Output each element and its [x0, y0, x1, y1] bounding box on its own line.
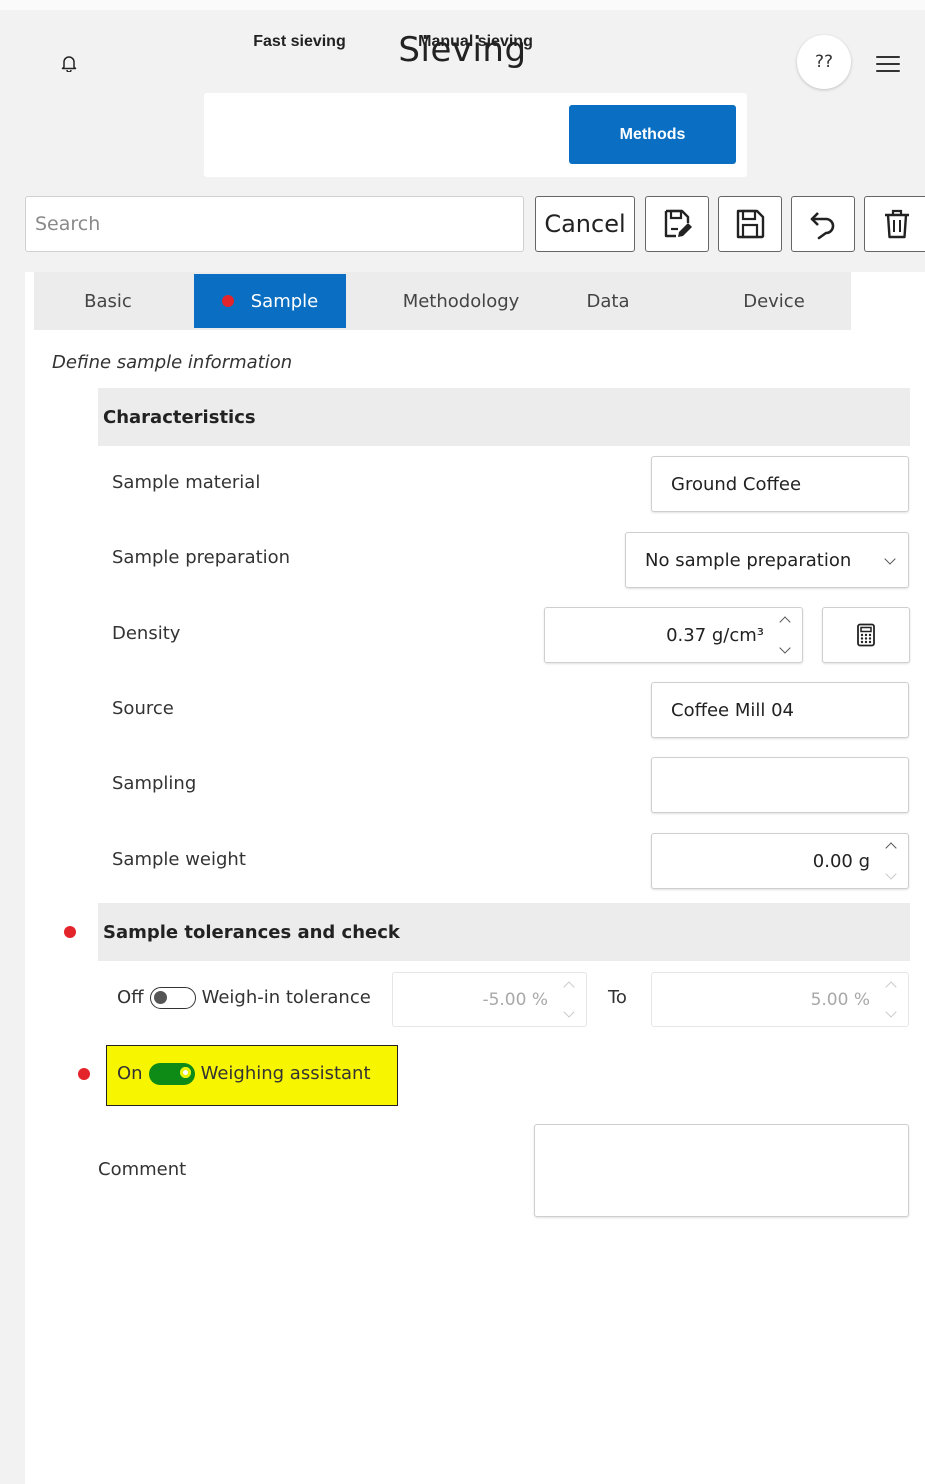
weighing-assistant-toggle[interactable] [148, 1063, 195, 1085]
weigh-in-tolerance-toggle[interactable] [149, 987, 196, 1009]
tab-sample[interactable]: Sample [194, 274, 346, 328]
density-input[interactable]: 0.37 g/cm³ [544, 607, 803, 663]
chevron-down-icon[interactable] [885, 868, 897, 880]
weigh-in-to-stepper[interactable] [884, 979, 898, 1020]
search-input[interactable] [25, 196, 524, 252]
tab-methods[interactable]: Methods [569, 105, 736, 164]
sample-weight-value: 0.00 g [812, 850, 870, 872]
sampling-label: Sampling [112, 773, 197, 794]
weigh-in-to-input[interactable]: 5.00 % [651, 972, 909, 1027]
weigh-in-from-stepper[interactable] [562, 979, 576, 1020]
tab-manual-sieving[interactable]: Manual sieving [398, 12, 553, 71]
tab-sample-label: Sample [250, 290, 319, 312]
comment-textarea[interactable] [534, 1124, 909, 1217]
tab-fast-sieving[interactable]: Fast sieving [228, 12, 371, 71]
sampling-input[interactable] [651, 757, 909, 813]
sample-preparation-label: Sample preparation [112, 547, 291, 568]
density-value: 0.37 g/cm³ [666, 624, 764, 646]
save-button[interactable] [718, 196, 782, 252]
error-indicator-icon [221, 295, 234, 307]
trash-icon [884, 209, 909, 239]
chevron-up-icon[interactable] [779, 616, 791, 628]
weigh-in-to-value: 5.00 % [810, 989, 870, 1010]
save-icon [736, 209, 765, 239]
density-calculator-button[interactable] [822, 607, 910, 663]
tolerances-heading: Sample tolerances and check [98, 903, 910, 961]
edit-save-icon [664, 209, 692, 238]
tab-device[interactable]: Device [712, 274, 836, 328]
calculator-icon [857, 623, 875, 647]
weigh-in-tolerance-row: Off Weigh-in tolerance [117, 986, 371, 1010]
density-label: Density [112, 623, 181, 644]
weighing-assistant-state-label: On [117, 1063, 143, 1084]
source-input[interactable]: Coffee Mill 04 [651, 682, 909, 738]
save-as-button[interactable] [645, 196, 709, 252]
tab-methodology[interactable]: Methodology [378, 274, 544, 328]
cancel-button[interactable]: Cancel [535, 196, 635, 252]
chevron-down-icon[interactable] [779, 642, 791, 654]
weigh-in-from-value: -5.00 % [482, 989, 548, 1010]
source-label: Source [112, 698, 174, 719]
tab-basic[interactable]: Basic [42, 274, 174, 328]
error-indicator-icon [64, 926, 76, 938]
delete-button[interactable] [864, 196, 925, 252]
section-subtitle: Define sample information [52, 352, 293, 373]
top-strip [0, 0, 925, 10]
help-button[interactable]: ?? [797, 35, 851, 89]
weighing-assistant-label: Weighing assistant [200, 1063, 371, 1084]
chevron-up-icon[interactable] [885, 981, 897, 993]
sample-preparation-value: No sample preparation [645, 549, 852, 571]
error-indicator-icon [78, 1068, 90, 1080]
chevron-down-icon [884, 553, 896, 565]
comment-label: Comment [98, 1159, 187, 1180]
weigh-in-from-input[interactable]: -5.00 % [392, 972, 587, 1027]
sample-material-label: Sample material [112, 472, 261, 493]
hamburger-menu-icon[interactable] [872, 50, 904, 78]
tab-data[interactable]: Data [560, 274, 656, 328]
weighing-assistant-row: On Weighing assistant [117, 1062, 371, 1086]
characteristics-heading: Characteristics [98, 388, 910, 446]
sample-material-input[interactable]: Ground Coffee [651, 456, 909, 512]
weigh-in-to-label: To [608, 987, 627, 1008]
sample-weight-stepper[interactable] [884, 840, 898, 882]
chevron-up-icon[interactable] [563, 981, 575, 993]
weigh-in-state-label: Off [117, 987, 144, 1008]
sample-weight-input[interactable]: 0.00 g [651, 833, 909, 889]
undo-button[interactable] [791, 196, 855, 252]
sample-preparation-select[interactable]: No sample preparation [625, 532, 909, 588]
density-stepper[interactable] [778, 614, 792, 656]
undo-icon [810, 212, 835, 240]
chevron-down-icon[interactable] [885, 1006, 897, 1018]
weigh-in-tolerance-label: Weigh-in tolerance [201, 987, 371, 1008]
chevron-down-icon[interactable] [563, 1006, 575, 1018]
sample-weight-label: Sample weight [112, 849, 246, 870]
chevron-up-icon[interactable] [885, 842, 897, 854]
